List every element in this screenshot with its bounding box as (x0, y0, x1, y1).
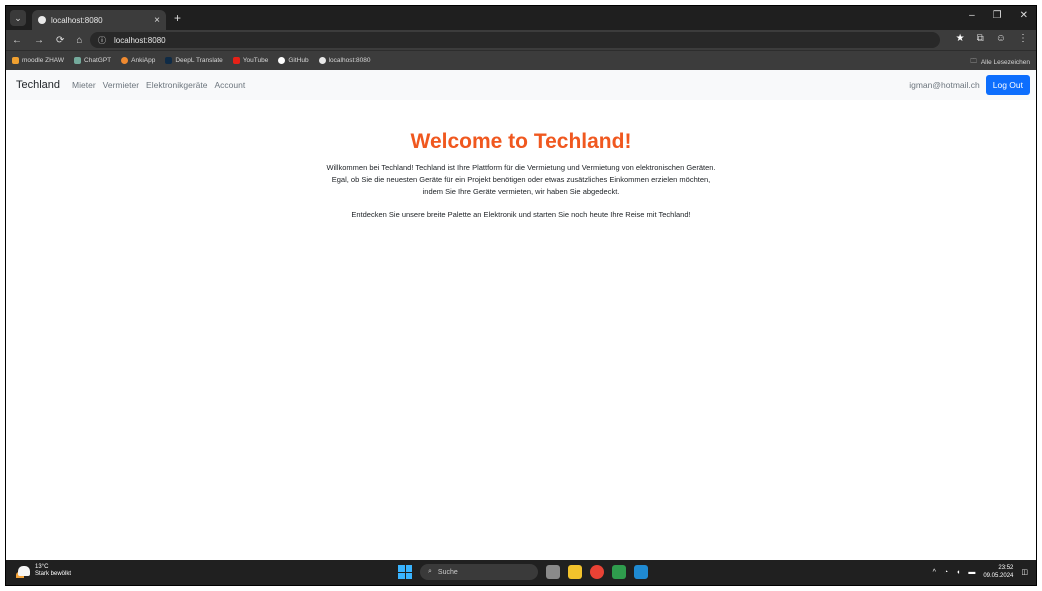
user-email: igman@hotmail.ch (909, 80, 980, 90)
restore-icon[interactable]: ❐ (993, 10, 1002, 21)
bookmark-moodle[interactable]: moodle ZHAW (12, 57, 64, 64)
bookmark-star-icon[interactable]: ★ (956, 33, 965, 44)
taskbar-center: ⌕ Suche (398, 564, 648, 580)
folder-icon: 🗀 (970, 58, 977, 65)
notification-icon[interactable]: ◫ (1021, 568, 1028, 576)
nav-link-elektronikgeraete[interactable]: Elektronikgeräte (146, 80, 207, 90)
page-title: Welcome to Techland! (410, 130, 632, 153)
bookmarks-bar: moodle ZHAW ChatGPT AnkiApp DeepL Transl… (6, 50, 1036, 70)
minimize-icon[interactable]: – (969, 10, 975, 21)
site-navbar: Techland Mieter Vermieter Elektronikgerä… (6, 70, 1036, 100)
main-content: Welcome to Techland! Willkommen bei Tech… (6, 100, 1036, 219)
browser-tabstrip: ⌄ localhost:8080 × + – ❐ ✕ (6, 6, 1036, 30)
intro-line-2: Egal, ob Sie die neuesten Geräte für ein… (331, 175, 711, 184)
windows-taskbar: 13°C Stark bewölkt ⌕ Suche ^ ◔ ◖ ▬ 23:52… (6, 560, 1036, 585)
nav-link-account[interactable]: Account (214, 80, 245, 90)
back-icon[interactable]: ← (12, 35, 22, 46)
bookmark-ankiapp[interactable]: AnkiApp (121, 57, 155, 64)
brand-link[interactable]: Techland (16, 79, 60, 91)
reload-icon[interactable]: ⟳ (56, 35, 64, 46)
browser-toolbar: ← → ⟳ ⌂ ⓘ localhost:8080 ★ ⧉ ☺ ⋮ (6, 30, 1036, 50)
site-info-icon[interactable]: ⓘ (98, 35, 106, 46)
navbar-user-area: igman@hotmail.ch Log Out (909, 75, 1030, 95)
tab-title: localhost:8080 (51, 15, 103, 25)
browser-tab[interactable]: localhost:8080 × (32, 10, 166, 30)
forward-icon[interactable]: → (34, 35, 44, 46)
weather-desc: Stark bewölkt (35, 571, 72, 577)
intro-line-3: indem Sie Ihre Geräte vermieten, wir hab… (422, 187, 620, 196)
search-icon: ⌕ (428, 568, 432, 575)
windows-start-icon[interactable] (398, 565, 412, 579)
task-view-icon[interactable] (546, 565, 560, 579)
clock[interactable]: 23:52 09.05.2024 (983, 564, 1013, 580)
bookmark-localhost[interactable]: localhost:8080 (318, 57, 371, 64)
bookmark-youtube[interactable]: YouTube (232, 57, 268, 64)
system-tray: ^ ◔ ◖ ▬ 23:52 09.05.2024 ◫ (933, 564, 1028, 580)
menu-icon[interactable]: ⋮ (1018, 33, 1028, 44)
tray-overflow-icon[interactable]: ^ (933, 569, 936, 576)
all-bookmarks-button[interactable]: 🗀 Alle Lesezeichen (970, 57, 1030, 68)
logout-button[interactable]: Log Out (985, 75, 1030, 95)
address-bar[interactable]: ⓘ localhost:8080 (90, 32, 940, 48)
extensions-icon[interactable]: ⧉ (977, 33, 984, 44)
nav-link-vermieter[interactable]: Vermieter (103, 80, 139, 90)
bookmark-github[interactable]: GitHub (278, 57, 309, 64)
weather-widget[interactable]: 13°C Stark bewölkt (18, 564, 71, 578)
address-text: localhost:8080 (114, 35, 166, 45)
window-controls: – ❐ ✕ (969, 10, 1028, 21)
tab-search-button[interactable]: ⌄ (10, 10, 26, 26)
weather-temp: 13°C (35, 564, 49, 570)
bookmark-deepl[interactable]: DeepL Translate (165, 57, 223, 64)
bookmark-chatgpt[interactable]: ChatGPT (74, 57, 111, 64)
volume-icon[interactable]: ◖ (956, 569, 960, 576)
screen-frame: ⌄ localhost:8080 × + – ❐ ✕ ← → ⟳ ⌂ ⓘ loc… (5, 5, 1037, 586)
store-icon[interactable] (612, 565, 626, 579)
toolbar-right: ★ ⧉ ☺ ⋮ (956, 33, 1028, 44)
clock-time: 23:52 (998, 565, 1014, 571)
clock-date: 09.05.2024 (983, 573, 1014, 579)
intro-paragraph: Willkommen bei Techland! Techland ist Ih… (291, 162, 751, 198)
file-explorer-icon[interactable] (568, 565, 582, 579)
site-favicon-icon (38, 16, 46, 24)
battery-icon[interactable]: ▬ (968, 569, 975, 576)
vscode-icon[interactable] (634, 565, 648, 579)
intro-line-1: Willkommen bei Techland! Techland ist Ih… (326, 163, 716, 172)
chrome-icon[interactable] (590, 565, 604, 579)
discover-paragraph: Entdecken Sie unsere breite Palette an E… (351, 210, 691, 219)
cloud-icon (18, 566, 30, 576)
taskbar-search[interactable]: ⌕ Suche (420, 564, 538, 580)
wifi-icon[interactable]: ◔ (944, 569, 948, 576)
home-icon[interactable]: ⌂ (76, 35, 82, 46)
window-close-icon[interactable]: ✕ (1020, 10, 1028, 21)
tab-close-icon[interactable]: × (154, 15, 160, 26)
search-placeholder: Suche (437, 568, 458, 576)
new-tab-button[interactable]: + (174, 11, 181, 25)
profile-icon[interactable]: ☺ (996, 33, 1006, 44)
nav-link-mieter[interactable]: Mieter (72, 80, 96, 90)
